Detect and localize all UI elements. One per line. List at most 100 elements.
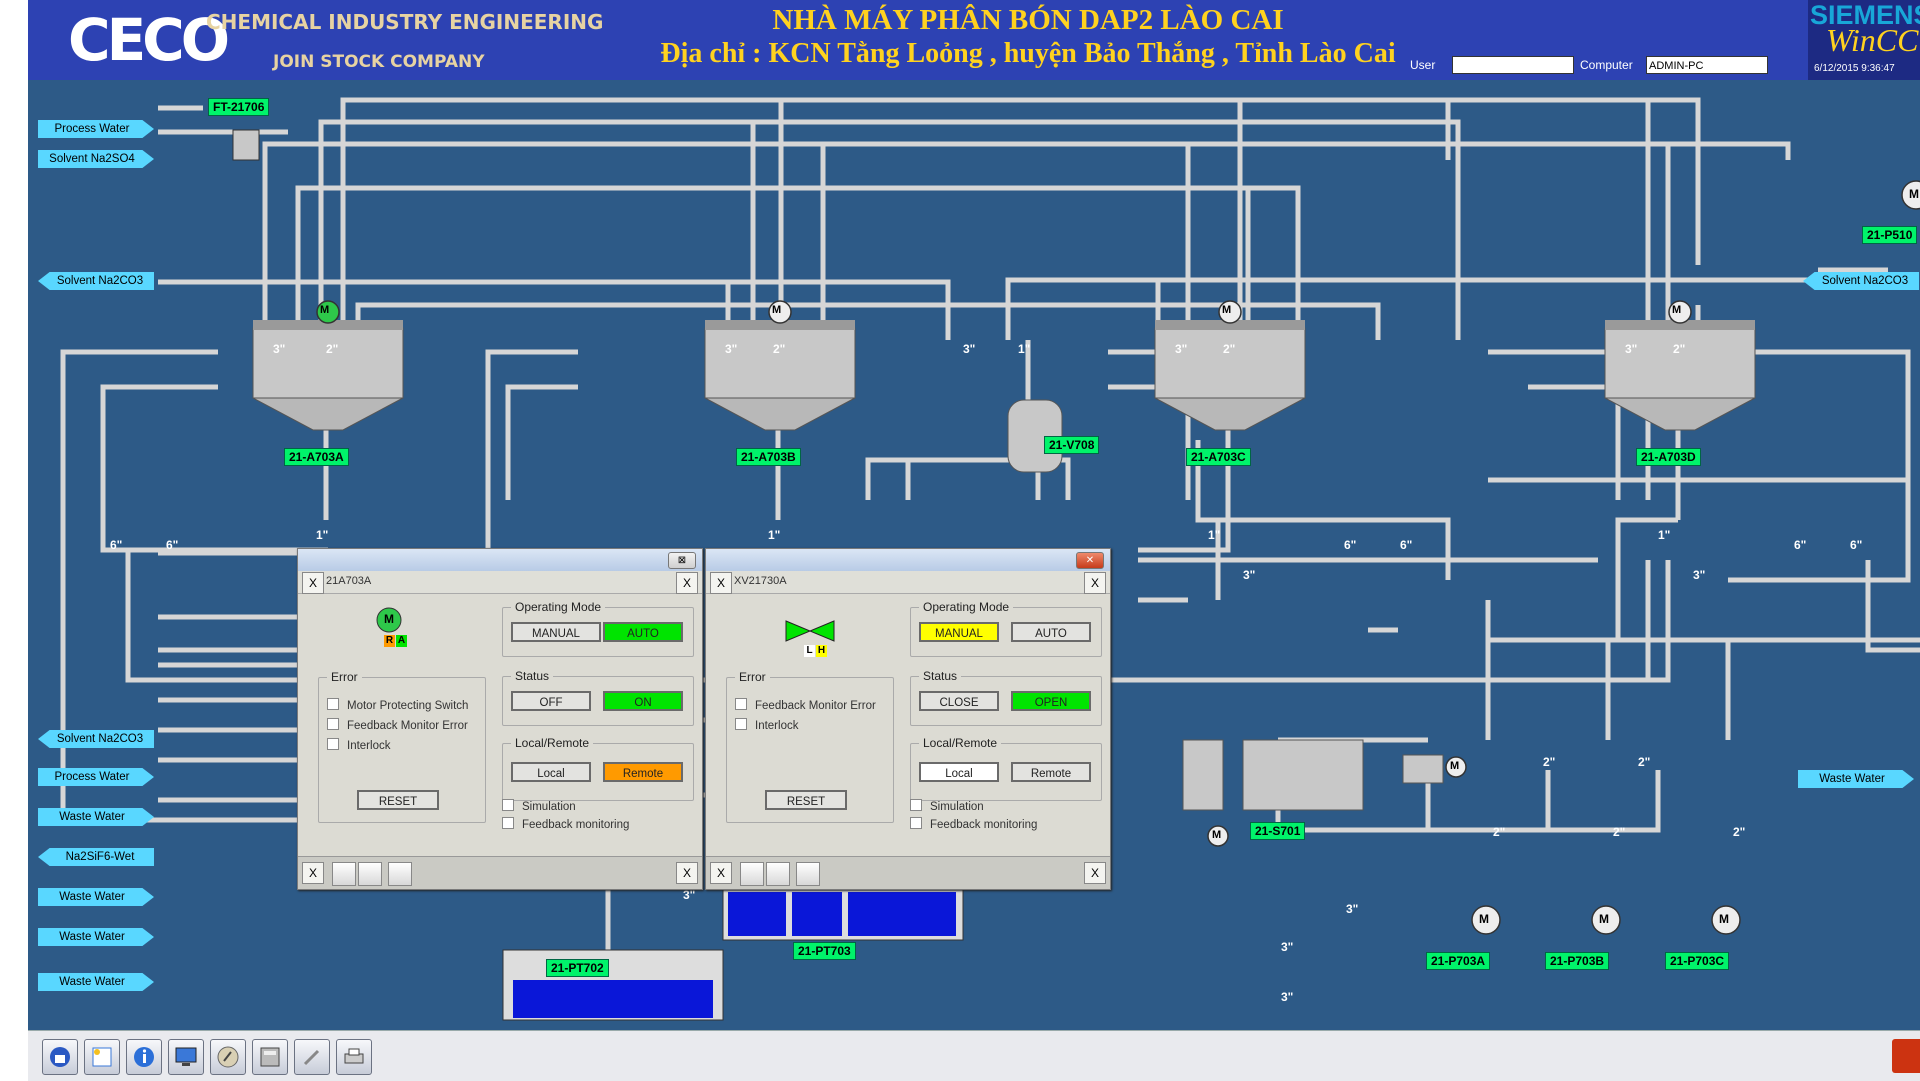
monitor-icon[interactable] <box>168 1039 204 1075</box>
printer-icon[interactable] <box>336 1039 372 1075</box>
stream-label[interactable]: Process Water <box>38 120 154 138</box>
close-window-button[interactable]: ⊠ <box>668 552 696 569</box>
info-icon[interactable] <box>126 1039 162 1075</box>
pipe-size: 3" <box>683 888 696 902</box>
feedback-monitoring-checkbox[interactable]: Feedback monitoring <box>910 817 1037 831</box>
attachment-icon[interactable] <box>210 1039 246 1075</box>
stream-label[interactable]: Na2SiF6-Wet <box>38 848 154 866</box>
motor-icon[interactable]: M <box>1719 912 1729 926</box>
faceplate-title: XV21730A <box>734 575 787 587</box>
local-button[interactable]: Local <box>511 762 591 782</box>
off-button[interactable]: OFF <box>511 691 591 711</box>
stream-label[interactable]: Solvent Na2CO3 <box>38 272 154 290</box>
faceplate-title: 21A703A <box>326 575 372 587</box>
plant-title: NHÀ MÁY PHÂN BÓN DAP2 LÀO CAI <box>772 4 1284 36</box>
simulation-checkbox[interactable]: Simulation <box>910 799 984 813</box>
reset-button[interactable]: RESET <box>357 790 439 810</box>
manual-button[interactable]: MANUAL <box>511 622 601 642</box>
bottom-toolbar <box>28 1030 1920 1081</box>
motor-icon[interactable]: M <box>1222 304 1231 316</box>
tag-pt703[interactable]: 21-PT703 <box>793 942 856 960</box>
plant-address: Địa chỉ : KCN Tằng Loỏng , huyện Bảo Thắ… <box>660 38 1396 69</box>
pipe-size: 2" <box>1613 825 1626 839</box>
motor-icon[interactable]: M <box>320 304 329 316</box>
tag-a703d[interactable]: 21-A703D <box>1636 448 1701 466</box>
home-icon[interactable] <box>740 862 764 886</box>
wrench-icon[interactable] <box>388 862 412 886</box>
faceplate-header: X XV21730A X <box>706 571 1110 594</box>
trend-icon[interactable] <box>766 862 790 886</box>
user-field[interactable] <box>1452 56 1574 74</box>
close-window-button[interactable]: ✕ <box>1076 552 1104 569</box>
faceplate-toolbar: X X <box>706 856 1110 889</box>
home-icon[interactable] <box>42 1039 78 1075</box>
feedback-monitoring-checkbox[interactable]: Feedback monitoring <box>502 817 629 831</box>
tag-p703b[interactable]: 21-P703B <box>1545 952 1610 970</box>
stream-label[interactable]: Solvent Na2SO4 <box>38 150 154 168</box>
interlock-checkbox[interactable]: Interlock <box>327 738 390 752</box>
faceplate-titlebar[interactable]: ⊠ <box>298 549 702 572</box>
stream-label[interactable]: Process Water <box>38 768 154 786</box>
new-screen-icon[interactable] <box>84 1039 120 1075</box>
motor-icon[interactable]: M <box>1672 304 1681 316</box>
tag-s701[interactable]: 21-S701 <box>1250 822 1306 840</box>
tag-a703a[interactable]: 21-A703A <box>284 448 349 466</box>
close-icon[interactable]: X <box>710 572 732 594</box>
motor-icon[interactable]: M <box>772 304 781 316</box>
stream-label[interactable]: Waste Water <box>38 888 154 906</box>
tag-p510[interactable]: 21-P510 <box>1862 226 1918 244</box>
reset-button[interactable]: RESET <box>765 790 847 810</box>
power-icon[interactable] <box>1892 1039 1920 1073</box>
tag-p703a[interactable]: 21-P703A <box>1426 952 1491 970</box>
close-icon[interactable]: X <box>1084 572 1106 594</box>
tag-p703c[interactable]: 21-P703C <box>1665 952 1730 970</box>
remote-button[interactable]: Remote <box>1011 762 1091 782</box>
close-icon[interactable]: X <box>302 862 324 884</box>
tag-ft21706[interactable]: FT-21706 <box>208 98 270 116</box>
close-icon[interactable]: X <box>710 862 732 884</box>
tag-a703b[interactable]: 21-A703B <box>736 448 801 466</box>
close-icon[interactable]: X <box>1084 862 1106 884</box>
auto-button[interactable]: AUTO <box>1011 622 1091 642</box>
stream-label[interactable]: Waste Water <box>1798 770 1914 788</box>
motor-icon[interactable]: M <box>1450 760 1459 772</box>
tag-a703c[interactable]: 21-A703C <box>1186 448 1251 466</box>
pipe-size: 6" <box>1400 538 1413 552</box>
status-group: Status CLOSE OPEN <box>910 669 1102 726</box>
calculator-icon[interactable] <box>252 1039 288 1075</box>
stream-label[interactable]: Waste Water <box>38 808 154 826</box>
pipe-size: 2" <box>1493 825 1506 839</box>
close-icon[interactable]: X <box>676 572 698 594</box>
pipe-size: 3" <box>273 342 286 356</box>
open-button[interactable]: OPEN <box>1011 691 1091 711</box>
stream-label[interactable]: Solvent Na2CO3 <box>1803 272 1919 290</box>
close-icon[interactable]: X <box>676 862 698 884</box>
close-icon[interactable]: X <box>302 572 324 594</box>
motor-icon[interactable]: M <box>1909 187 1919 201</box>
local-button[interactable]: Local <box>919 762 999 782</box>
home-icon[interactable] <box>332 862 356 886</box>
close-button[interactable]: CLOSE <box>919 691 999 711</box>
feedback-error-checkbox[interactable]: Feedback Monitor Error <box>327 718 468 732</box>
motor-icon[interactable]: M <box>1599 912 1609 926</box>
trend-icon[interactable] <box>358 862 382 886</box>
tag-v708[interactable]: 21-V708 <box>1044 436 1100 454</box>
stream-label[interactable]: Solvent Na2CO3 <box>38 730 154 748</box>
manual-button[interactable]: MANUAL <box>919 622 999 642</box>
stream-label[interactable]: Waste Water <box>38 928 154 946</box>
auto-button[interactable]: AUTO <box>603 622 683 642</box>
wrench-icon[interactable] <box>796 862 820 886</box>
tag-pt702[interactable]: 21-PT702 <box>546 959 609 977</box>
stream-label[interactable]: Waste Water <box>38 973 154 991</box>
feedback-error-checkbox[interactable]: Feedback Monitor Error <box>735 698 876 712</box>
on-button[interactable]: ON <box>603 691 683 711</box>
remote-button[interactable]: Remote <box>603 762 683 782</box>
tools-icon[interactable] <box>294 1039 330 1075</box>
simulation-checkbox[interactable]: Simulation <box>502 799 576 813</box>
pipe-size: 2" <box>326 342 339 356</box>
motor-icon[interactable]: M <box>1479 912 1489 926</box>
motor-protect-checkbox[interactable]: Motor Protecting Switch <box>327 698 468 712</box>
interlock-checkbox[interactable]: Interlock <box>735 718 798 732</box>
faceplate-titlebar[interactable]: ✕ <box>706 549 1110 572</box>
motor-icon[interactable]: M <box>1212 829 1221 841</box>
